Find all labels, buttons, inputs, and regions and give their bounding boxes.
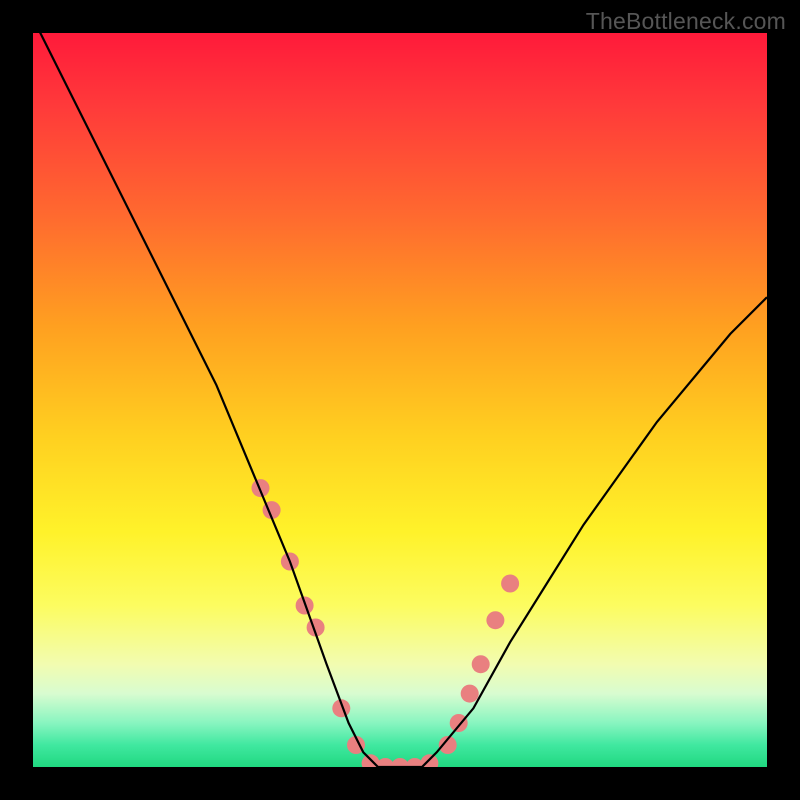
watermark-text: TheBottleneck.com — [586, 8, 786, 35]
chart-frame: TheBottleneck.com — [0, 0, 800, 800]
curve-marker — [376, 758, 394, 767]
curve-marker — [439, 736, 457, 754]
curve-marker — [486, 611, 504, 629]
curve-marker — [362, 754, 380, 767]
plot-area — [33, 33, 767, 767]
curve-marker — [252, 479, 270, 497]
curve-marker — [406, 758, 424, 767]
curve-marker — [296, 597, 314, 615]
curve-marker — [501, 575, 519, 593]
curve-marker — [461, 685, 479, 703]
curve-marker — [263, 501, 281, 519]
markers-group — [252, 479, 520, 767]
curve-marker — [332, 699, 350, 717]
curve-marker — [450, 714, 468, 732]
bottleneck-curve — [33, 33, 767, 767]
curve-marker — [472, 655, 490, 673]
curve-layer — [33, 33, 767, 767]
curve-marker — [281, 553, 299, 571]
curve-marker — [307, 619, 325, 637]
curve-marker — [347, 736, 365, 754]
curve-marker — [391, 758, 409, 767]
curve-marker — [420, 754, 438, 767]
